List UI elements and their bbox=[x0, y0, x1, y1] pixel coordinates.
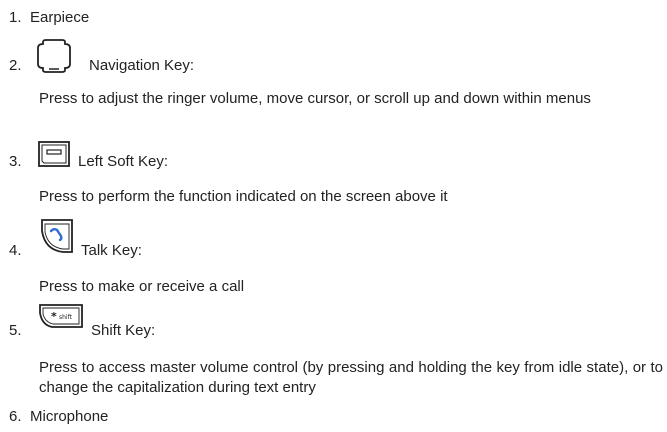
item-description: Press to make or receive a call bbox=[39, 278, 245, 295]
item-number: 2. bbox=[9, 57, 22, 74]
item-label: Navigation Key: bbox=[89, 57, 195, 74]
item-label: Talk Key: bbox=[81, 242, 142, 259]
item-label: Earpiece bbox=[30, 9, 90, 26]
shift-icon-text: shift bbox=[59, 314, 73, 321]
item-label: Left Soft Key: bbox=[78, 153, 169, 170]
item-description: Press to perform the function indicated … bbox=[39, 188, 448, 205]
item-description: Press to adjust the ringer volume, move … bbox=[39, 90, 591, 107]
item-number: 3. bbox=[9, 153, 22, 170]
item-number: 1. bbox=[9, 9, 22, 26]
navigation-key-icon bbox=[36, 39, 72, 73]
item-description: Press to access master volume control (b… bbox=[39, 359, 663, 396]
item-label: Shift Key: bbox=[91, 322, 156, 339]
item-number: 4. bbox=[9, 242, 22, 259]
item-number: 5. bbox=[9, 322, 22, 339]
svg-text:*: * bbox=[51, 310, 57, 323]
shift-key-icon: * shift bbox=[38, 303, 84, 329]
talk-key-icon bbox=[39, 218, 75, 254]
left-soft-key-icon bbox=[38, 141, 70, 167]
item-number: 6. bbox=[9, 408, 22, 425]
item-label: Microphone bbox=[30, 408, 109, 425]
